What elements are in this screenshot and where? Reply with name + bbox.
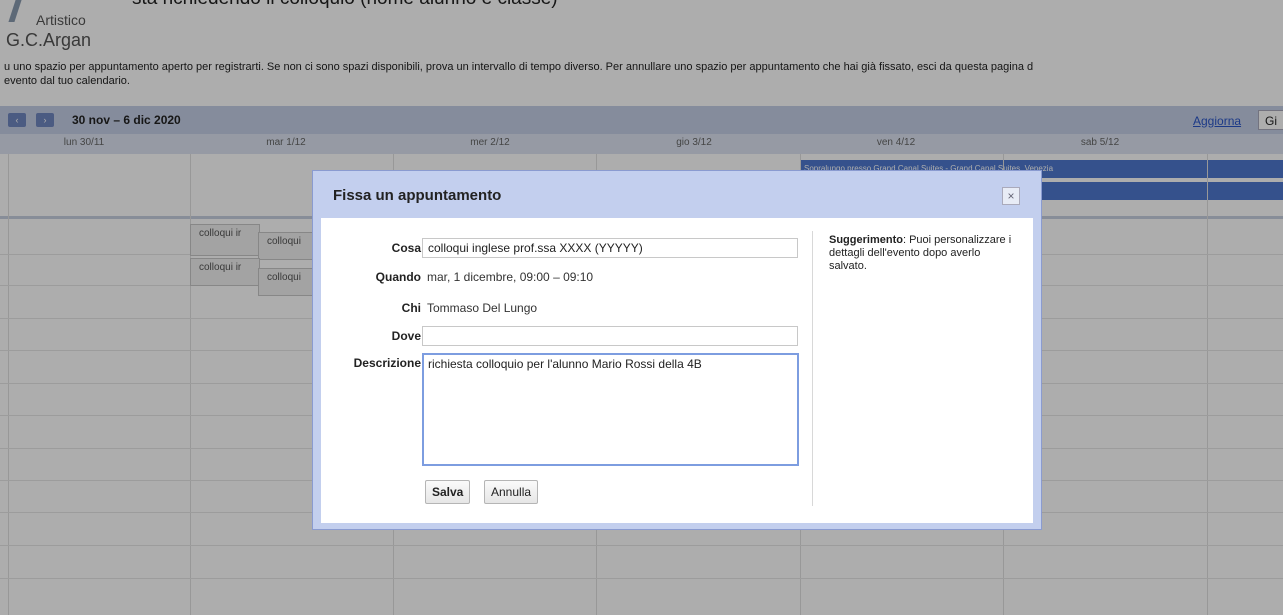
hint-bold: Suggerimento (829, 234, 903, 246)
dialog-body: Cosa Quando mar, 1 dicembre, 09:00 – 09:… (321, 218, 1033, 523)
dove-label: Dove (391, 329, 421, 343)
divider (812, 231, 813, 506)
descrizione-textarea[interactable]: richiesta colloquio per l'alunno Mario R… (422, 353, 799, 466)
close-button[interactable]: × (1002, 187, 1020, 205)
dove-input[interactable] (422, 326, 798, 346)
close-icon: × (1007, 189, 1015, 203)
save-button[interactable]: Salva (425, 480, 471, 504)
cancel-button[interactable]: Annulla (484, 480, 539, 504)
dialog-title: Fissa un appuntamento (333, 187, 502, 204)
cosa-input[interactable] (422, 238, 798, 258)
appointment-dialog: Fissa un appuntamento × Cosa Quando mar,… (312, 170, 1042, 530)
chi-label: Chi (401, 301, 421, 315)
quando-value: mar, 1 dicembre, 09:00 – 09:10 (427, 270, 594, 284)
quando-label: Quando (375, 270, 421, 284)
chi-value: Tommaso Del Lungo (427, 301, 538, 315)
hint-text: Suggerimento: Puoi personalizzare i dett… (829, 234, 1019, 273)
cosa-label: Cosa (391, 241, 421, 255)
descrizione-label: Descrizione (353, 356, 421, 370)
